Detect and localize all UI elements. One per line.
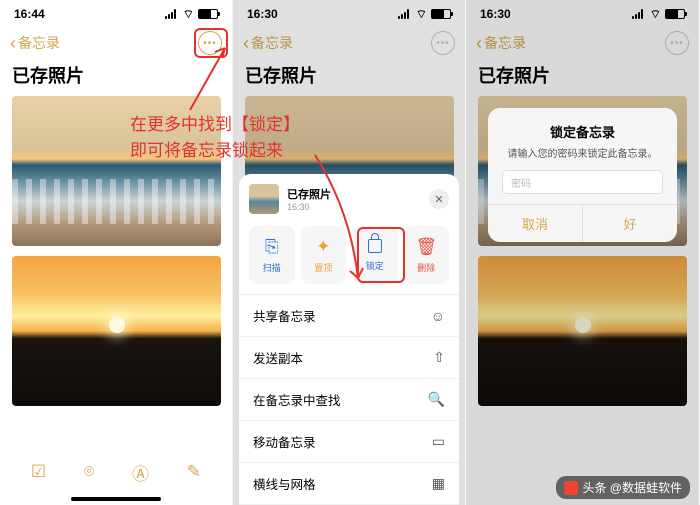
status-time: 16:44 [14, 7, 45, 21]
phone-screen-2: 16:30 ⌔ ‹ 备忘录 ••• 已存照片 已存照片 16 [233, 0, 466, 505]
lock-icon [368, 239, 382, 253]
action-pin[interactable]: ✦置顶 [301, 226, 347, 284]
dialog-cancel-button[interactable]: 取消 [488, 205, 583, 242]
sheet-actions: ⎘扫描 ✦置顶 锁定 🗑删除 [239, 222, 459, 294]
row-send[interactable]: 发送副本⇧ [239, 337, 459, 379]
pin-icon: ✦ [316, 237, 330, 257]
folder-icon: ▭ [432, 433, 445, 450]
status-indicators: ⌔ [165, 7, 218, 22]
row-share[interactable]: 共享备忘录☺ [239, 295, 459, 337]
row-lines[interactable]: 横线与网格▦ [239, 463, 459, 505]
more-button[interactable]: ••• [198, 31, 222, 55]
camera-icon[interactable]: ⌾ [84, 462, 94, 482]
sheet-close-button[interactable]: ✕ [429, 189, 449, 209]
sheet-list: 共享备忘录☺ 发送副本⇧ 在备忘录中查找🔍 移动备忘录▭ 横线与网格▦ [239, 294, 459, 505]
action-delete[interactable]: 🗑删除 [404, 226, 450, 284]
phone-screen-1: 16:44 ⌔ ‹ 备忘录 ••• 已存照片 ☑ ⌾ Ⓐ ✎ [0, 0, 233, 505]
dialog-backdrop[interactable] [466, 0, 699, 505]
note-content: 已存照片 [0, 58, 232, 406]
sheet-title: 已存照片 [287, 186, 331, 202]
home-indicator [71, 497, 161, 501]
lock-dialog: 锁定备忘录 请输入您的密码来锁定此备忘录。 密码 取消 好 [488, 108, 677, 242]
compose-icon[interactable]: ✎ [187, 462, 201, 482]
row-find[interactable]: 在备忘录中查找🔍 [239, 379, 459, 421]
sheet-thumbnail [249, 184, 279, 214]
wifi-icon: ⌔ [183, 7, 194, 22]
dialog-ok-button[interactable]: 好 [583, 205, 677, 242]
back-button[interactable]: ‹ 备忘录 [10, 33, 60, 53]
nav-bar: ‹ 备忘录 ••• [0, 28, 232, 58]
scan-icon: ⎘ [265, 237, 279, 257]
share-icon: ☺ [431, 308, 445, 324]
sheet-subtitle: 16:30 [287, 202, 331, 212]
photo-beach[interactable] [12, 96, 221, 246]
back-label: 备忘录 [18, 33, 60, 53]
action-lock[interactable]: 锁定 [352, 226, 398, 284]
row-move[interactable]: 移动备忘录▭ [239, 421, 459, 463]
search-icon: 🔍 [428, 391, 445, 408]
action-sheet: 已存照片 16:30 ✕ ⎘扫描 ✦置顶 锁定 🗑删除 共享备忘录☺ 发送副本⇧… [239, 174, 459, 505]
action-scan[interactable]: ⎘扫描 [249, 226, 295, 284]
toolbar: ☑ ⌾ Ⓐ ✎ [0, 457, 232, 487]
draw-icon[interactable]: Ⓐ [132, 460, 149, 485]
send-icon: ⇧ [433, 349, 445, 366]
dialog-subtitle: 请输入您的密码来锁定此备忘录。 [502, 145, 663, 160]
password-input[interactable]: 密码 [502, 170, 663, 194]
sheet-header: 已存照片 16:30 ✕ [239, 182, 459, 222]
grid-icon: ▦ [432, 475, 445, 492]
watermark: 头条 @数据蛙软件 [556, 476, 690, 499]
chevron-left-icon: ‹ [10, 34, 16, 52]
trash-icon: 🗑 [415, 237, 437, 257]
photo-sunset[interactable] [12, 256, 221, 406]
status-bar: 16:44 ⌔ [0, 0, 232, 28]
checklist-icon[interactable]: ☑ [31, 462, 46, 482]
phone-screen-3: 16:30 ⌔ ‹ 备忘录 ••• 已存照片 锁定备忘录 请输入您的密码来锁定此… [466, 0, 699, 505]
signal-icon [165, 9, 179, 19]
note-title: 已存照片 [12, 62, 220, 88]
dialog-title: 锁定备忘录 [502, 122, 663, 141]
battery-icon [198, 9, 218, 19]
